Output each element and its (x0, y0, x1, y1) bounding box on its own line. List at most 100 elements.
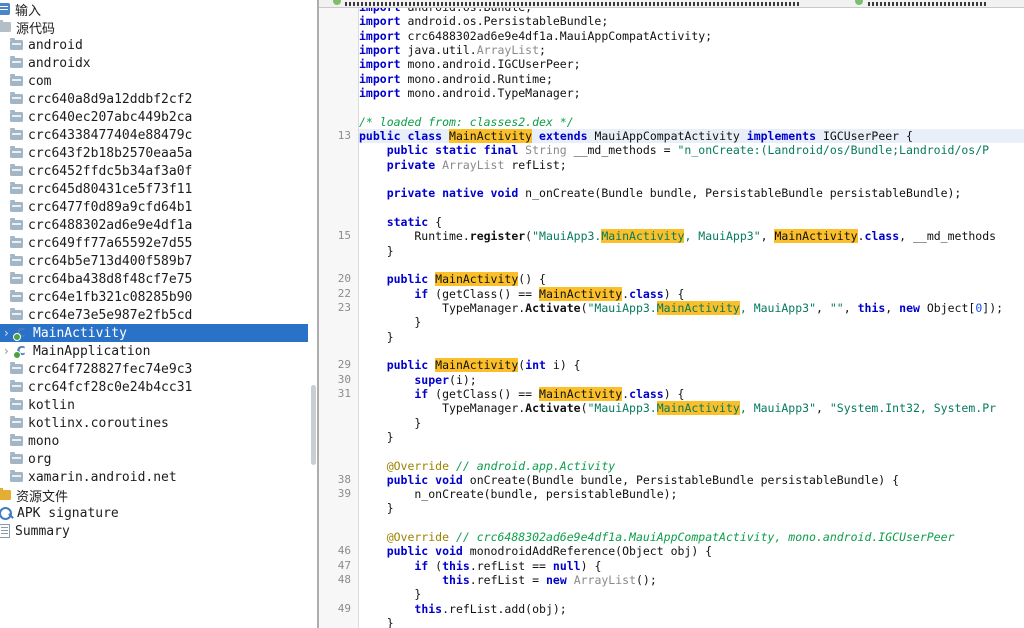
tree-item-apk-signature[interactable]: APK signature (0, 504, 308, 522)
code-line-current[interactable]: public class MainActivity extends MauiAp… (359, 129, 1024, 143)
package-tree[interactable]: 输入源代码 androidandroidxcomcrc640a8d9a12ddbf… (0, 0, 308, 628)
tree-item-mono[interactable]: mono (0, 432, 308, 450)
panel-divider[interactable] (317, 0, 319, 628)
tree-item-crc64b5e713d400f589b7[interactable]: crc64b5e713d400f589b7 (0, 252, 308, 270)
package-icon (10, 76, 23, 86)
code-line[interactable] (359, 201, 1024, 215)
tree-item-源代码[interactable]: 源代码 (0, 18, 308, 36)
code-line[interactable]: TypeManager.Activate("MauiApp3.MainActiv… (359, 301, 1024, 315)
code-line[interactable]: static { (359, 215, 1024, 229)
code-line[interactable]: Runtime.register("MauiApp3.MainActivity,… (359, 229, 1024, 243)
package-icon (10, 292, 23, 302)
code-line[interactable]: n_onCreate(bundle, persistableBundle); (359, 487, 1024, 501)
code-line[interactable] (359, 258, 1024, 272)
line-number-gutter: 1315202223293031383946474849 (319, 0, 359, 628)
tree-item-crc64338477404e88479c[interactable]: crc64338477404e88479c (0, 126, 308, 144)
tree-item-org[interactable]: org (0, 450, 308, 468)
code-line[interactable]: public MainActivity(int i) { (359, 358, 1024, 372)
code-line[interactable]: } (359, 330, 1024, 344)
line-number-empty (319, 587, 358, 601)
chevron-right-icon[interactable]: › (4, 342, 14, 360)
tree-item-kotlinx-coroutines[interactable]: kotlinx.coroutines (0, 414, 308, 432)
code-line[interactable]: /* loaded from: classes2.dex */ (359, 115, 1024, 129)
code-line[interactable]: public void monodroidAddReference(Object… (359, 544, 1024, 558)
chevron-right-icon[interactable]: › (4, 324, 14, 342)
code-line[interactable]: } (359, 501, 1024, 515)
tree-item-crc64f728827fec74e9c3[interactable]: crc64f728827fec74e9c3 (0, 360, 308, 378)
tree-item-crc649ff77a65592e7d55[interactable]: crc649ff77a65592e7d55 (0, 234, 308, 252)
code-line[interactable]: super(i); (359, 373, 1024, 387)
code-line[interactable]: import android.os.PersistableBundle; (359, 14, 1024, 28)
code-line[interactable] (359, 344, 1024, 358)
code-line[interactable]: @Override // android.app.Activity (359, 459, 1024, 473)
tree-item-kotlin[interactable]: kotlin (0, 396, 308, 414)
tree-item-crc64ba438d8f48cf7e75[interactable]: crc64ba438d8f48cf7e75 (0, 270, 308, 288)
tree-item-资源文件[interactable]: 资源文件 (0, 486, 308, 504)
package-icon (10, 166, 23, 176)
code-line[interactable]: this.refList = new ArrayList(); (359, 573, 1024, 587)
code-line[interactable]: } (359, 430, 1024, 444)
occurrence-highlight: MainActivity (774, 229, 857, 243)
package-icon (10, 436, 23, 446)
code-line[interactable]: this.refList.add(obj); (359, 602, 1024, 616)
tree-item-label: android (28, 38, 83, 53)
tree-item-输入[interactable]: 输入 (0, 0, 308, 18)
code-line[interactable]: if (this.refList == null) { (359, 559, 1024, 573)
code-token: } (359, 244, 394, 258)
code-line[interactable]: } (359, 587, 1024, 601)
tree-item-crc640a8d9a12ddbf2cf2[interactable]: crc640a8d9a12ddbf2cf2 (0, 90, 308, 108)
tree-item-crc6477f0d89a9cfd64b1[interactable]: crc6477f0d89a9cfd64b1 (0, 198, 308, 216)
tree-item-crc64e1fb321c08285b90[interactable]: crc64e1fb321c08285b90 (0, 288, 308, 306)
code-token: IGCUserPeer { (816, 129, 913, 143)
code-line[interactable]: import mono.android.Runtime; (359, 72, 1024, 86)
code-line[interactable]: public MainActivity() { (359, 272, 1024, 286)
tree-item-crc645d80431ce5f73f11[interactable]: crc645d80431ce5f73f11 (0, 180, 308, 198)
code-token: new (546, 573, 567, 587)
code-token: crc6488302ad6e9e4df1a.MauiAppCompatActiv… (407, 29, 712, 43)
tree-item-crc6452ffdc5b34af3a0f[interactable]: crc6452ffdc5b34af3a0f (0, 162, 308, 180)
package-icon (10, 94, 23, 104)
code-line[interactable] (359, 172, 1024, 186)
code-line[interactable]: @Override // crc6488302ad6e9e4df1a.MauiA… (359, 530, 1024, 544)
tree-item-summary[interactable]: Summary (0, 522, 308, 540)
code-line[interactable]: private native void n_onCreate(Bundle bu… (359, 186, 1024, 200)
code-line[interactable]: import mono.android.TypeManager; (359, 86, 1024, 100)
tree-item-crc643f2b18b2570eaa5a[interactable]: crc643f2b18b2570eaa5a (0, 144, 308, 162)
code-line[interactable] (359, 444, 1024, 458)
code-line[interactable]: } (359, 616, 1024, 628)
code-line[interactable] (359, 100, 1024, 114)
tree-item-com[interactable]: com (0, 72, 308, 90)
tree-item-crc6488302ad6e9e4df1a[interactable]: crc6488302ad6e9e4df1a (0, 216, 308, 234)
code-line[interactable]: import crc6488302ad6e9e4df1a.MauiAppComp… (359, 29, 1024, 43)
code-area[interactable]: import android.os.Bundle;import android.… (359, 0, 1024, 628)
code-line[interactable]: if (getClass() == MainActivity.class) { (359, 387, 1024, 401)
tree-item-mainapplication[interactable]: ›MainApplication (0, 342, 308, 360)
code-line[interactable]: if (getClass() == MainActivity.class) { (359, 287, 1024, 301)
tree-item-xamarin-android-net[interactable]: xamarin.android.net (0, 468, 308, 486)
tree-scrollbar[interactable] (311, 385, 316, 465)
code-line[interactable]: import java.util.ArrayList; (359, 43, 1024, 57)
tree-item-label: crc64f728827fec74e9c3 (28, 362, 192, 377)
tree-item-crc64e73e5e987e2fb5cd[interactable]: crc64e73e5e987e2fb5cd (0, 306, 308, 324)
status-dot-icon (333, 0, 341, 5)
tree-item-mainactivity[interactable]: ›MainActivity (0, 324, 308, 342)
tree-item-crc640ec207abc449b2ca[interactable]: crc640ec207abc449b2ca (0, 108, 308, 126)
line-number: 46 (319, 544, 358, 558)
code-line[interactable]: } (359, 416, 1024, 430)
apk-signature-icon (0, 507, 12, 520)
code-token: n_onCreate(Bundle bundle, PersistableBun… (525, 186, 961, 200)
code-line[interactable]: TypeManager.Activate("MauiApp3.MainActiv… (359, 401, 1024, 415)
code-editor[interactable]: 1315202223293031383946474849 import andr… (319, 0, 1024, 628)
code-line[interactable]: import mono.android.IGCUserPeer; (359, 57, 1024, 71)
code-line[interactable]: public static final String __md_methods … (359, 143, 1024, 157)
code-line[interactable]: } (359, 315, 1024, 329)
code-line[interactable]: private ArrayList refList; (359, 158, 1024, 172)
tree-item-androidx[interactable]: androidx (0, 54, 308, 72)
code-line[interactable]: public void onCreate(Bundle bundle, Pers… (359, 473, 1024, 487)
code-line[interactable]: } (359, 244, 1024, 258)
code-line[interactable] (359, 516, 1024, 530)
line-number-empty (319, 616, 358, 628)
code-token: TypeManager. (359, 401, 525, 415)
tree-item-crc64fcf28c0e24b4cc31[interactable]: crc64fcf28c0e24b4cc31 (0, 378, 308, 396)
tree-item-android[interactable]: android (0, 36, 308, 54)
